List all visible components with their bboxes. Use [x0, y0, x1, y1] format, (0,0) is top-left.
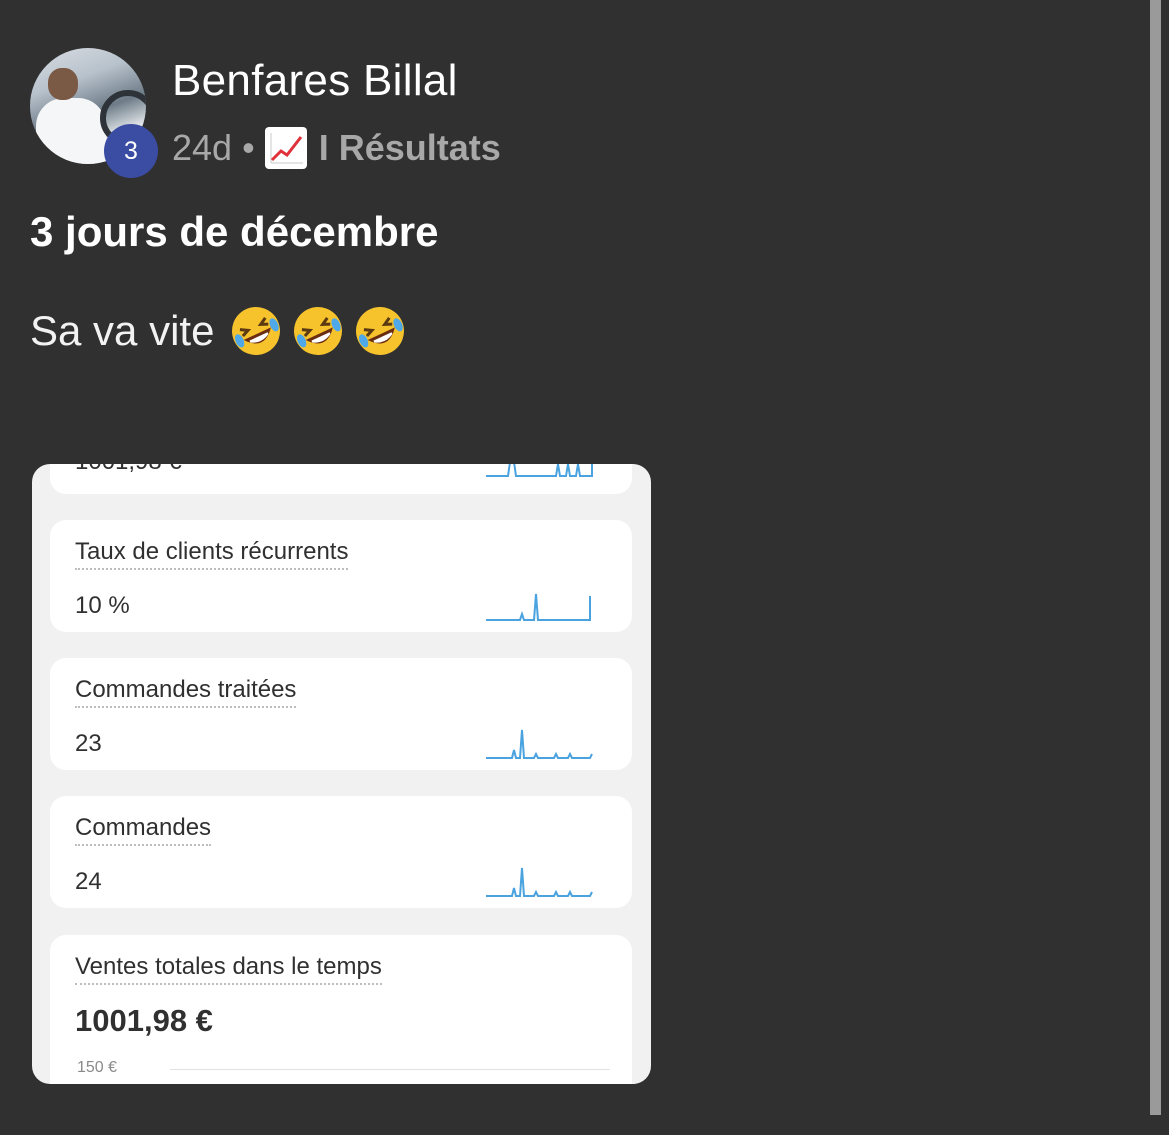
metric-value: 24	[75, 868, 102, 895]
metric-card-fulfilled-orders[interactable]: Commandes traitées 23	[50, 658, 632, 770]
metric-value: 23	[75, 730, 102, 757]
level-badge: 3	[104, 124, 158, 178]
avatar-face	[48, 68, 78, 100]
metric-value: 10 %	[75, 592, 130, 619]
cut-value: 1001,98 €	[75, 464, 182, 476]
metric-label: Commandes	[75, 814, 212, 846]
post-age: 24d	[172, 127, 233, 168]
rolling-on-floor-laughing-emoji	[294, 307, 343, 355]
post-title: 3 jours de décembre	[30, 208, 439, 255]
attached-screenshot[interactable]: 1001,98 € Taux de clients récurrents 10 …	[32, 464, 651, 1084]
metric-card-returning-customers[interactable]: Taux de clients récurrents 10 %	[50, 520, 632, 632]
sparkline	[486, 593, 591, 621]
post-meta: 24d • I Résultats	[172, 126, 501, 170]
metric-label: Taux de clients récurrents	[75, 538, 349, 570]
meta-separator: •	[242, 127, 255, 168]
rolling-on-floor-laughing-emoji	[232, 307, 281, 355]
metric-label: Commandes traitées	[75, 676, 297, 708]
post-category[interactable]: I Résultats	[319, 127, 501, 169]
scrollbar[interactable]	[1150, 0, 1161, 1115]
metric-card-total-sales[interactable]: Ventes totales dans le temps 1001,98 € 1…	[50, 935, 632, 1084]
metric-card-orders[interactable]: Commandes 24	[50, 796, 632, 908]
metric-card-cut: 1001,98 €	[50, 464, 632, 494]
sparkline	[486, 867, 593, 897]
metric-label: Ventes totales dans le temps	[75, 953, 382, 985]
chart-increasing-icon	[264, 127, 307, 169]
rolling-on-floor-laughing-emoji	[356, 307, 405, 355]
emoji-group	[228, 303, 414, 359]
metric-value: 1001,98 €	[75, 1003, 213, 1038]
post-body-text: Sa va vite	[30, 307, 215, 354]
axis-label: 150 €	[77, 1059, 118, 1076]
author-name[interactable]: Benfares Billal	[172, 56, 458, 106]
sparkline	[486, 464, 593, 477]
axis-gridline	[170, 1069, 610, 1070]
post-body: Sa va vite	[30, 303, 414, 359]
avatar-shirt	[36, 98, 106, 164]
sparkline	[486, 729, 593, 759]
